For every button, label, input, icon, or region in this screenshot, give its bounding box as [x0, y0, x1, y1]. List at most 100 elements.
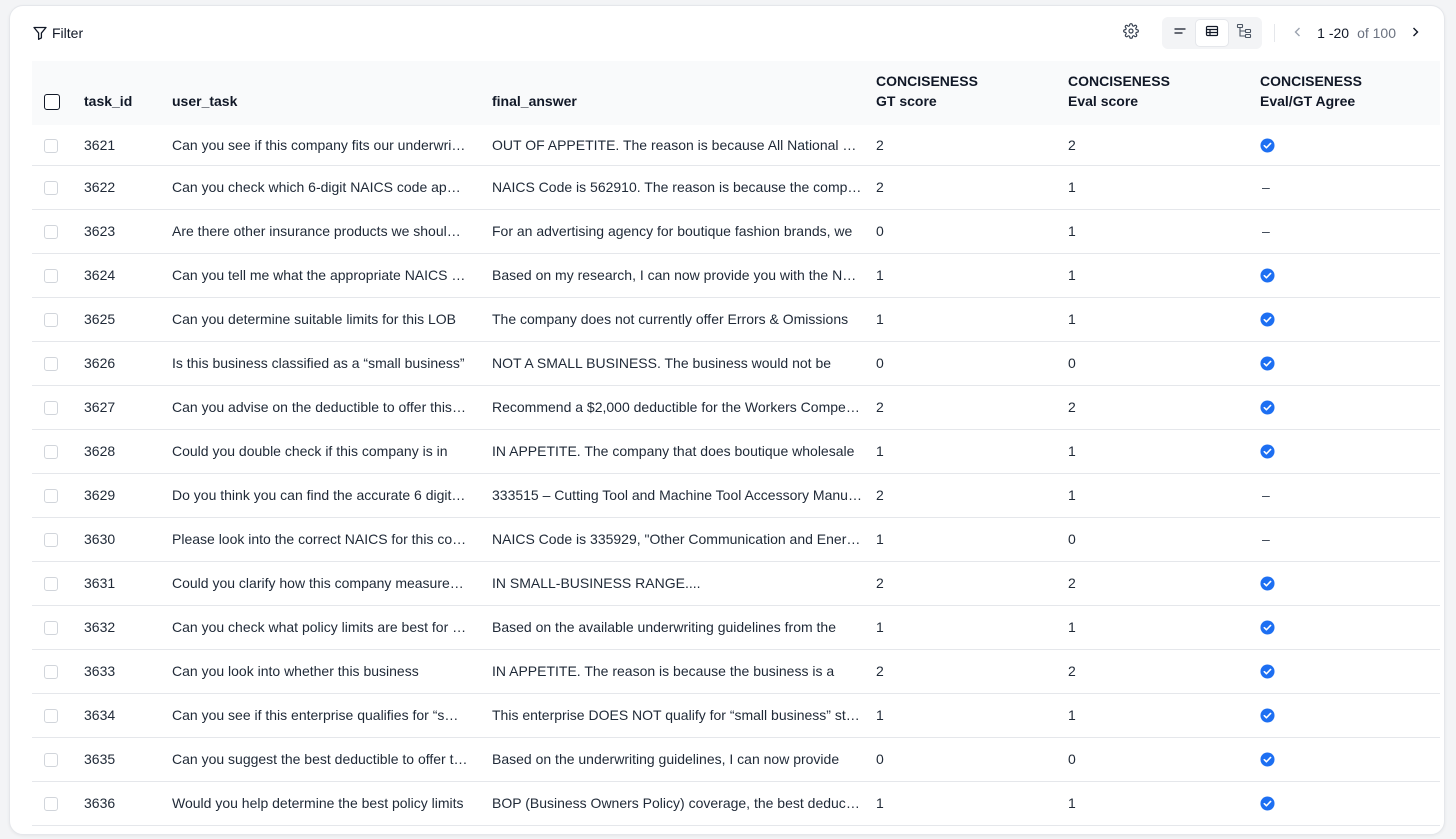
cell-user-task: Is this business classified as a “small …: [172, 341, 492, 386]
cell-gt-score: 1: [876, 429, 1068, 474]
table-row[interactable]: 3623 Are there other insurance products w…: [32, 209, 1440, 254]
row-select-cell: [32, 341, 84, 386]
header-task-id[interactable]: task_id: [84, 61, 172, 125]
cell-task-id: 3622: [84, 165, 172, 210]
row-checkbox[interactable]: [44, 797, 58, 812]
table-row[interactable]: 3624 Can you tell me what the appropriate…: [32, 253, 1440, 298]
pagination-range: 1 -20: [1317, 25, 1350, 41]
no-agree-dash: –: [1262, 487, 1270, 503]
row-checkbox[interactable]: [44, 401, 58, 416]
cell-agree: [1260, 297, 1440, 342]
cell-eval-score: 1: [1068, 253, 1260, 298]
cell-task-id: 3632: [84, 605, 172, 650]
table-row[interactable]: 3622 Can you check which 6-digit NAICS co…: [32, 165, 1440, 210]
cell-eval-score: 1: [1068, 693, 1260, 738]
cell-user-task: Would you help determine the best policy…: [172, 781, 492, 826]
table-row[interactable]: 3621 Can you see if this company fits our…: [32, 125, 1440, 166]
cell-final-answer: IN APPETITE. The company that does bouti…: [492, 429, 876, 474]
row-checkbox[interactable]: [44, 445, 58, 460]
row-select-cell: [32, 605, 84, 650]
table-row[interactable]: 3629 Do you think you can find the accura…: [32, 473, 1440, 518]
row-checkbox[interactable]: [44, 357, 58, 372]
table-row[interactable]: 3633 Can you look into whether this busin…: [32, 649, 1440, 694]
table-row[interactable]: 3626 Is this business classified as a “sm…: [32, 341, 1440, 386]
row-checkbox[interactable]: [44, 753, 58, 768]
table-row[interactable]: 3635 Can you suggest the best deductible …: [32, 737, 1440, 782]
cell-eval-score: 1: [1068, 781, 1260, 826]
cell-user-task: Could you double check if this company i…: [172, 429, 492, 474]
view-compact-button[interactable]: [1164, 20, 1196, 46]
settings-button[interactable]: [1116, 18, 1146, 48]
check-circle-icon: [1260, 620, 1275, 635]
cell-final-answer: Based on the underwriting guidelines, I …: [492, 737, 876, 782]
row-select-cell: [32, 517, 84, 562]
cell-task-id: 3633: [84, 649, 172, 694]
header-final-answer[interactable]: final_answer: [492, 61, 876, 125]
cell-gt-score: 1: [876, 781, 1068, 826]
header-gt-score[interactable]: CONCISENESS GT score: [876, 61, 1068, 125]
cell-gt-score: 1: [876, 517, 1068, 562]
table-row[interactable]: 3636 Would you help determine the best po…: [32, 781, 1440, 826]
no-agree-dash: –: [1262, 179, 1270, 195]
table-row[interactable]: 3632 Can you check what policy limits are…: [32, 605, 1440, 650]
cell-final-answer: NAICS Code is 335929, "Other Communicati…: [492, 517, 876, 562]
check-circle-icon: [1260, 138, 1275, 153]
cell-eval-score: 0: [1068, 341, 1260, 386]
row-checkbox[interactable]: [44, 269, 58, 284]
row-checkbox[interactable]: [44, 577, 58, 592]
cell-user-task: Can you see if this enterprise qualifies…: [172, 693, 492, 738]
cell-user-task: Can you determine suitable limits for th…: [172, 297, 492, 342]
cell-agree: [1260, 253, 1440, 298]
cell-agree: [1260, 125, 1440, 166]
row-checkbox[interactable]: [44, 489, 58, 504]
row-checkbox[interactable]: [44, 181, 58, 196]
cell-user-task: Can you suggest the best deductible to o…: [172, 737, 492, 782]
cell-eval-score: 0: [1068, 517, 1260, 562]
cell-agree: [1260, 341, 1440, 386]
chevron-right-icon: [1409, 25, 1421, 41]
row-checkbox[interactable]: [44, 665, 58, 680]
header-eval-score[interactable]: CONCISENESS Eval score: [1068, 61, 1260, 125]
table-row[interactable]: 3634 Can you see if this enterprise quali…: [32, 693, 1440, 738]
cell-eval-score: 2: [1068, 561, 1260, 606]
filter-button[interactable]: Filter: [32, 22, 83, 44]
row-select-cell: [32, 429, 84, 474]
cell-gt-score: 2: [876, 385, 1068, 430]
row-select-cell: [32, 165, 84, 210]
header-user-task[interactable]: user_task: [172, 61, 492, 125]
table-row[interactable]: 3630 Please look into the correct NAICS f…: [32, 517, 1440, 562]
check-circle-icon: [1260, 752, 1275, 767]
row-checkbox[interactable]: [44, 138, 58, 153]
pagination: 1 -20 of 100: [1287, 22, 1426, 44]
header-gt-score-line1: CONCISENESS: [876, 73, 978, 89]
view-tree-button[interactable]: [1228, 20, 1260, 46]
cell-task-id: 3636: [84, 781, 172, 826]
table-row[interactable]: 3625 Can you determine suitable limits fo…: [32, 297, 1440, 342]
table-row[interactable]: 3627 Can you advise on the deductible to …: [32, 385, 1440, 430]
header-agree[interactable]: CONCISENESS Eval/GT Agree: [1260, 61, 1440, 125]
select-all-checkbox[interactable]: [44, 93, 60, 110]
table-row[interactable]: 3628 Could you double check if this compa…: [32, 429, 1440, 474]
row-checkbox[interactable]: [44, 709, 58, 724]
next-page-button[interactable]: [1404, 22, 1426, 44]
filter-icon: [32, 25, 48, 41]
cell-eval-score: 1: [1068, 165, 1260, 210]
cell-final-answer: For an advertising agency for boutique f…: [492, 209, 876, 254]
cell-gt-score: 0: [876, 737, 1068, 782]
row-checkbox[interactable]: [44, 533, 58, 548]
table-row[interactable]: 3631 Could you clarify how this company m…: [32, 561, 1440, 606]
cell-agree: [1260, 561, 1440, 606]
row-checkbox[interactable]: [44, 225, 58, 240]
row-checkbox[interactable]: [44, 313, 58, 328]
cell-final-answer: IN SMALL-BUSINESS RANGE....: [492, 561, 876, 606]
results-table-container: task_id user_task final_answer CONCISENE…: [32, 61, 1440, 826]
rows-compact-icon: [1173, 24, 1187, 43]
cell-agree: –: [1260, 517, 1440, 562]
row-checkbox[interactable]: [44, 621, 58, 636]
pagination-of: of: [1357, 25, 1369, 41]
view-table-button[interactable]: [1196, 20, 1229, 46]
cell-agree: [1260, 605, 1440, 650]
previous-page-button[interactable]: [1287, 22, 1309, 44]
cell-eval-score: 2: [1068, 649, 1260, 694]
cell-gt-score: 0: [876, 209, 1068, 254]
